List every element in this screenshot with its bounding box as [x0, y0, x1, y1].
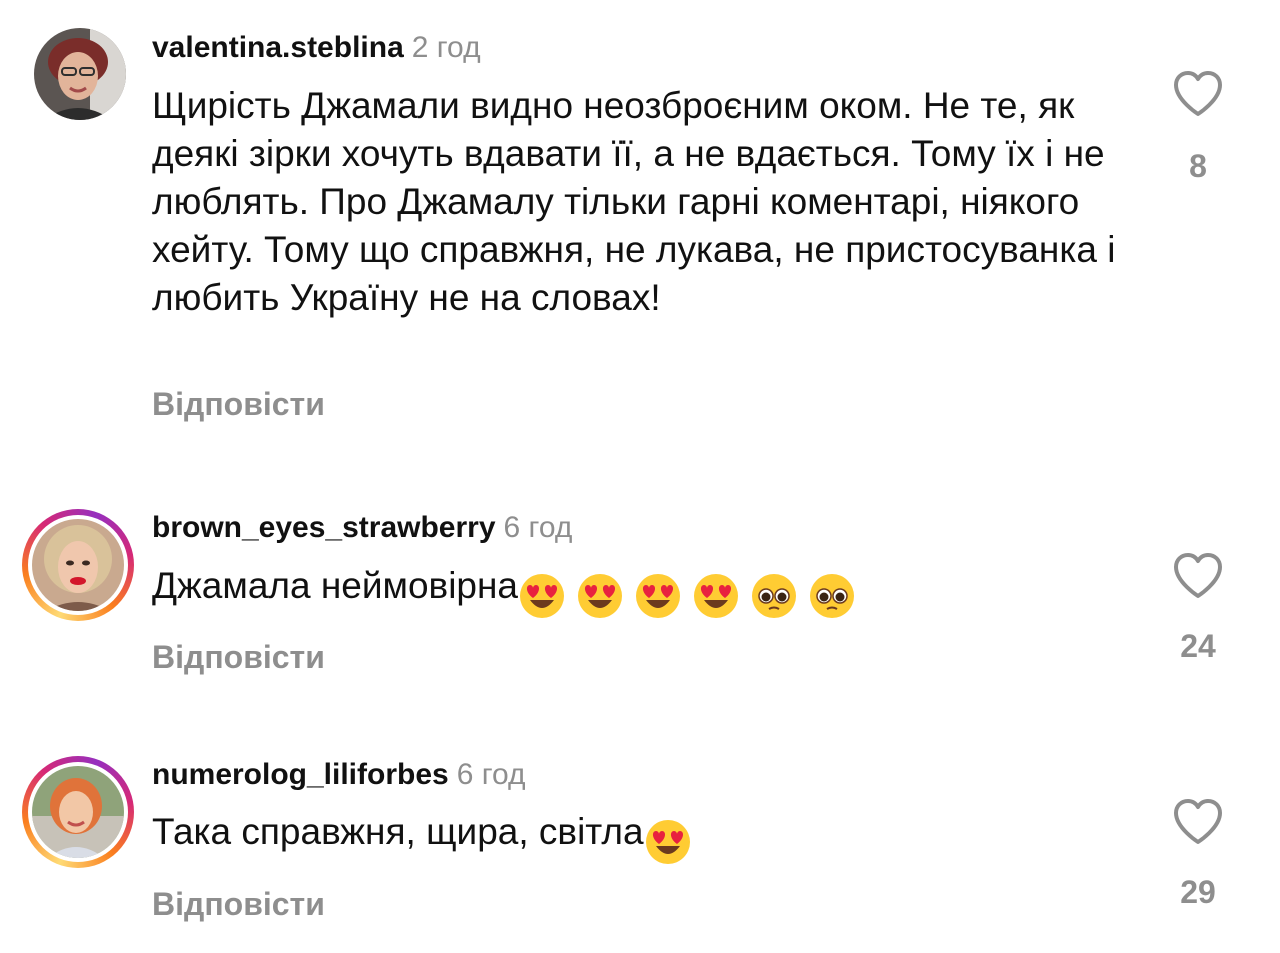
like-button[interactable]	[1172, 798, 1224, 846]
reply-button[interactable]: Відповісти	[152, 639, 325, 675]
comment-time: 6 год	[503, 511, 573, 544]
heart-eyes-emoji	[636, 574, 681, 619]
username[interactable]: valentina.steblina	[152, 31, 404, 64]
comment-text-content: Щирість Джамали видно неозброєним оком. …	[152, 85, 1116, 318]
like-button[interactable]	[1172, 552, 1224, 600]
avatar[interactable]	[34, 28, 126, 120]
heart-eyes-emoji	[578, 574, 623, 619]
comment-text-content: Джамала неймовірна	[152, 565, 519, 606]
comment-text: Така справжня, щира, світла	[152, 808, 1132, 866]
like-button[interactable]	[1172, 70, 1224, 118]
comment-time: 2 год	[411, 31, 481, 64]
username[interactable]: numerolog_liliforbes	[152, 758, 449, 791]
avatar[interactable]	[32, 766, 124, 858]
comment-header: valentina.steblina 2 год	[152, 30, 481, 66]
story-ring[interactable]	[22, 756, 134, 868]
like-count: 24	[1180, 628, 1216, 664]
comment-time: 6 год	[456, 758, 526, 791]
comment-header: brown_eyes_strawberry 6 год	[152, 510, 572, 546]
like-count: 29	[1180, 874, 1216, 910]
avatar[interactable]	[32, 519, 124, 611]
heart-eyes-emoji	[520, 574, 565, 619]
comment-text-content: Така справжня, щира, світла	[152, 811, 644, 852]
reply-button[interactable]: Відповісти	[152, 886, 325, 922]
heart-outline-icon	[1174, 799, 1222, 844]
like-count: 8	[1189, 148, 1207, 184]
heart-eyes-emoji	[645, 820, 690, 865]
comment-text: Щирість Джамали видно неозброєним оком. …	[152, 82, 1132, 322]
reply-button[interactable]: Відповісти	[152, 386, 325, 422]
username[interactable]: brown_eyes_strawberry	[152, 511, 496, 544]
pleading-face-emoji	[810, 574, 855, 619]
comment-text: Джамала неймовірна	[152, 562, 1132, 620]
emoji-list	[518, 570, 866, 620]
emoji-list	[644, 816, 702, 866]
heart-outline-icon	[1174, 71, 1222, 116]
comment-header: numerolog_liliforbes 6 год	[152, 757, 526, 793]
pleading-face-emoji	[752, 574, 797, 619]
heart-eyes-emoji	[694, 574, 739, 619]
story-ring[interactable]	[22, 509, 134, 621]
heart-outline-icon	[1174, 553, 1222, 598]
